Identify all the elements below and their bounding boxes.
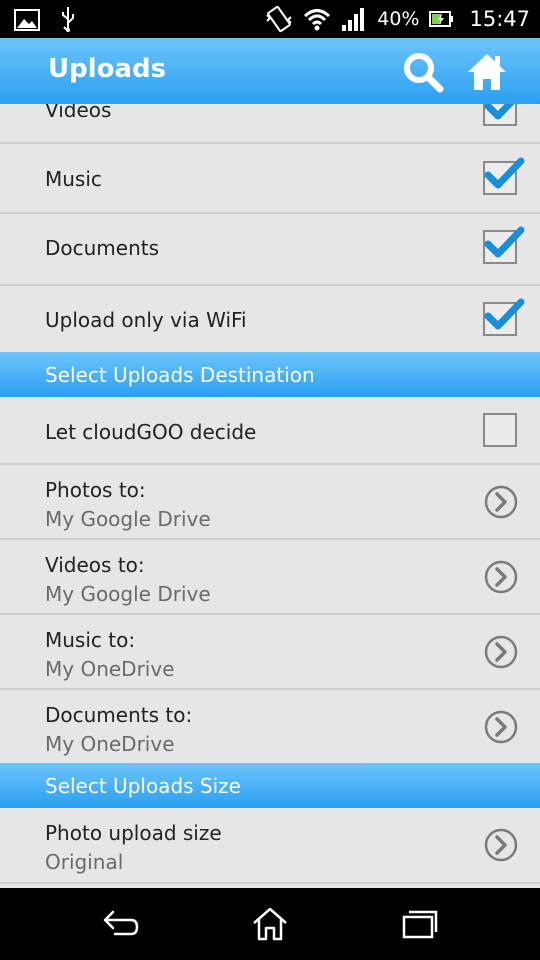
home-icon[interactable] xyxy=(466,51,508,93)
vibrate-icon xyxy=(266,5,292,33)
clock: 15:47 xyxy=(469,7,530,31)
battery-icon xyxy=(429,11,454,27)
page-title: Uploads xyxy=(48,54,167,84)
checkmark-icon xyxy=(484,226,525,258)
music-destination-value: My OneDrive xyxy=(45,657,175,681)
status-bar: 40% 15:47 xyxy=(0,0,540,38)
recents-icon[interactable] xyxy=(400,906,440,942)
navigation-bar xyxy=(0,888,540,960)
settings-list: Videos Music Documents Upload only via W… xyxy=(0,104,540,888)
chevron-right-icon[interactable] xyxy=(484,828,518,862)
photo-size-value: Original xyxy=(45,850,124,874)
image-icon xyxy=(14,9,40,31)
music-destination-label: Music to: xyxy=(45,628,136,652)
chevron-right-icon[interactable] xyxy=(484,560,518,594)
back-icon[interactable] xyxy=(101,906,141,942)
app-bar: Uploads xyxy=(0,38,540,104)
upload-videos-label: Videos xyxy=(45,104,112,122)
documents-destination-row[interactable]: Documents to: My OneDrive xyxy=(0,690,540,763)
upload-music-row[interactable]: Music xyxy=(0,144,540,214)
upload-videos-checkbox[interactable] xyxy=(483,104,517,126)
upload-music-checkbox[interactable] xyxy=(483,157,525,195)
wifi-only-row[interactable]: Upload only via WiFi xyxy=(0,286,540,352)
upload-documents-checkbox[interactable] xyxy=(483,226,525,264)
upload-videos-row[interactable]: Videos xyxy=(0,104,540,144)
photos-destination-label: Photos to: xyxy=(45,478,146,502)
photos-destination-value: My Google Drive xyxy=(45,507,211,531)
upload-documents-row[interactable]: Documents xyxy=(0,214,540,286)
checkmark-icon xyxy=(484,298,525,330)
section-title: Select Uploads Destination xyxy=(45,363,315,387)
checkmark-icon xyxy=(484,104,515,120)
videos-destination-value: My Google Drive xyxy=(45,582,211,606)
upload-music-label: Music xyxy=(45,167,102,191)
documents-destination-value: My OneDrive xyxy=(45,732,175,756)
chevron-right-icon[interactable] xyxy=(484,635,518,669)
battery-percent: 40% xyxy=(377,8,420,30)
photo-size-label: Photo upload size xyxy=(45,821,222,845)
section-header-destination: Select Uploads Destination xyxy=(0,352,540,397)
chevron-right-icon[interactable] xyxy=(484,710,518,744)
upload-documents-label: Documents xyxy=(45,236,160,260)
usb-icon xyxy=(62,7,74,32)
auto-destination-label: Let cloudGOO decide xyxy=(45,420,257,444)
wifi-only-checkbox[interactable] xyxy=(483,298,525,336)
photos-destination-row[interactable]: Photos to: My Google Drive xyxy=(0,465,540,540)
wifi-only-label: Upload only via WiFi xyxy=(45,308,247,332)
music-destination-row[interactable]: Music to: My OneDrive xyxy=(0,615,540,690)
photo-size-row[interactable]: Photo upload size Original xyxy=(0,808,540,884)
documents-destination-label: Documents to: xyxy=(45,703,193,727)
auto-destination-checkbox[interactable] xyxy=(483,413,517,447)
search-icon[interactable] xyxy=(402,51,444,93)
wifi-icon xyxy=(304,9,331,31)
videos-destination-row[interactable]: Videos to: My Google Drive xyxy=(0,540,540,615)
signal-icon xyxy=(342,8,365,31)
section-title: Select Uploads Size xyxy=(45,774,241,798)
checkmark-icon xyxy=(484,157,525,189)
chevron-right-icon[interactable] xyxy=(484,485,518,519)
home-icon[interactable] xyxy=(250,906,290,942)
auto-destination-row[interactable]: Let cloudGOO decide xyxy=(0,397,540,465)
videos-destination-label: Videos to: xyxy=(45,553,145,577)
section-header-size: Select Uploads Size xyxy=(0,763,540,808)
